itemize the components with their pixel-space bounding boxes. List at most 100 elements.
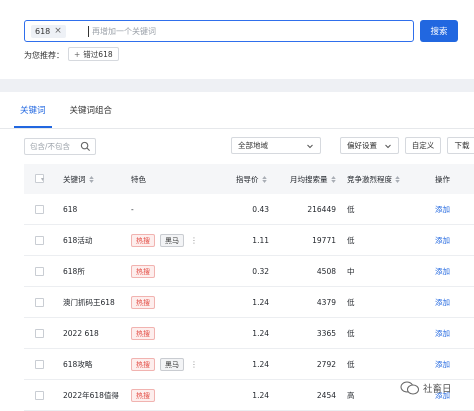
add-link[interactable]: 添加 <box>435 225 450 256</box>
cell-keyword: 618攻略 <box>63 360 93 369</box>
watermark-text: 社畜日 <box>423 384 452 395</box>
cell-competition: 高 <box>347 391 355 400</box>
preference-select-label: 偏好设置 <box>347 141 377 150</box>
header-price[interactable]: 指导价 <box>236 164 267 194</box>
header-feature: 特色 <box>131 174 146 184</box>
custom-button[interactable]: 自定义 <box>405 137 441 154</box>
wechat-icon <box>400 381 419 395</box>
table-row: 618攻略 热搜 黑马 ⋮ 1.24 2792 低 添加 <box>24 349 474 380</box>
cell-volume: 3365 <box>316 329 336 338</box>
region-select-label: 全部地域 <box>238 141 268 150</box>
recommend-chip[interactable]: + 错过618 <box>68 47 119 61</box>
cell-keyword: 618所 <box>63 267 85 276</box>
chevron-down-icon <box>307 144 313 148</box>
text-cursor <box>88 26 89 37</box>
row-checkbox[interactable] <box>35 267 44 276</box>
header-price-label: 指导价 <box>236 174 259 184</box>
more-icon[interactable]: ⋮ <box>190 236 198 245</box>
cell-price: 1.24 <box>252 298 269 307</box>
add-link[interactable]: 添加 <box>435 194 450 225</box>
sort-icon[interactable] <box>330 175 336 183</box>
cell-volume: 216449 <box>307 205 336 214</box>
chevron-down-icon <box>385 144 391 148</box>
cell-price: 1.24 <box>252 360 269 369</box>
table-row: 618所 热搜 0.32 4508 中 添加 <box>24 256 474 287</box>
cell-price: 1.24 <box>252 391 269 400</box>
header-keyword-label: 关键词 <box>63 174 86 184</box>
row-checkbox[interactable] <box>35 236 44 245</box>
cell-keyword: 618 <box>63 205 78 214</box>
cell-feature: 热搜 <box>131 318 155 349</box>
cell-competition: 中 <box>347 267 355 276</box>
include-filter-input[interactable] <box>30 141 78 152</box>
recommend-label: 为您推荐： <box>24 51 64 60</box>
search-button[interactable]: 搜索 <box>420 20 458 42</box>
cell-feature: 热搜 <box>131 287 155 318</box>
row-checkbox[interactable] <box>35 205 44 214</box>
search-input[interactable] <box>92 24 392 38</box>
more-icon[interactable]: ⋮ <box>190 360 198 369</box>
recommend-chip-label: 错过618 <box>83 49 113 59</box>
row-checkbox[interactable] <box>35 329 44 338</box>
cell-price: 0.32 <box>252 267 269 276</box>
cell-keyword: 618活动 <box>63 236 93 245</box>
hot-search-tag: 热搜 <box>131 327 155 340</box>
plus-icon: + <box>74 49 81 59</box>
cell-keyword: 澳门抓码王618 <box>63 298 115 307</box>
hot-search-tag: 热搜 <box>131 296 155 309</box>
table-row: 2022 618 热搜 1.24 3365 低 添加 <box>24 318 474 349</box>
cell-keyword: 2022 618 <box>63 329 99 338</box>
cell-feature: 热搜 黑马 ⋮ <box>131 225 198 256</box>
hot-search-tag: 热搜 <box>131 389 155 402</box>
sort-icon[interactable] <box>395 175 400 183</box>
header-keyword[interactable]: 关键词 <box>63 164 94 194</box>
add-link[interactable]: 添加 <box>435 318 450 349</box>
keyword-chip-label: 618 <box>35 27 51 36</box>
header-competition[interactable]: 竞争激烈程度 <box>347 164 400 194</box>
preference-select[interactable]: 偏好设置 <box>340 137 399 154</box>
row-checkbox[interactable] <box>35 298 44 307</box>
add-link[interactable]: 添加 <box>435 287 450 318</box>
region-select[interactable]: 全部地域 <box>231 137 321 154</box>
table-row: 618活动 热搜 黑马 ⋮ 1.11 19771 低 添加 <box>24 225 474 256</box>
cell-feature: 热搜 黑马 ⋮ <box>131 349 198 380</box>
header-competition-label: 竞争激烈程度 <box>347 174 392 184</box>
add-link[interactable]: 添加 <box>435 256 450 287</box>
add-link[interactable]: 添加 <box>435 349 450 380</box>
table-row: 618 - 0.43 216449 低 添加 <box>24 194 474 225</box>
cell-volume: 19771 <box>312 236 336 245</box>
hot-search-tag: 热搜 <box>131 234 155 247</box>
sort-icon[interactable] <box>261 175 267 183</box>
row-checkbox[interactable] <box>35 360 44 369</box>
chevron-down-icon[interactable]: ▾ <box>41 164 44 194</box>
header-volume-label: 月均搜索量 <box>290 174 328 184</box>
keyword-chip[interactable]: 618 × <box>31 25 66 38</box>
row-checkbox[interactable] <box>35 391 44 400</box>
cell-feature: 热搜 <box>131 256 155 287</box>
search-icon[interactable] <box>80 141 91 152</box>
results-panel: 关键词 关键词组合 全部地域 偏好设置 自定义 下载 ▾ 关键词 特色 指导价 … <box>0 92 474 411</box>
tab-keyword-combos[interactable]: 关键词组合 <box>70 92 113 128</box>
sort-icon[interactable] <box>88 175 94 183</box>
header-action: 操作 <box>435 174 450 184</box>
cell-feature: 热搜 <box>131 380 155 411</box>
keyword-search-box[interactable]: 618 × <box>24 20 414 42</box>
hot-search-tag: 热搜 <box>131 265 155 278</box>
watermark: 社畜日 <box>400 381 452 395</box>
download-button[interactable]: 下载 <box>447 137 474 154</box>
close-icon[interactable]: × <box>54 27 62 36</box>
table-header: ▾ 关键词 特色 指导价 月均搜索量 竞争激烈程度 操作 <box>24 164 474 194</box>
cell-competition: 低 <box>347 298 355 307</box>
cell-price: 0.43 <box>252 205 269 214</box>
cell-competition: 低 <box>347 236 355 245</box>
dark-horse-tag: 黑马 <box>160 234 184 247</box>
tab-bar: 关键词 关键词组合 <box>14 92 136 128</box>
header-volume[interactable]: 月均搜索量 <box>290 164 336 194</box>
cell-feature: - <box>131 194 134 225</box>
hot-search-tag: 热搜 <box>131 358 155 371</box>
tab-keywords[interactable]: 关键词 <box>14 92 51 128</box>
cell-volume: 4508 <box>316 267 336 276</box>
search-panel: 618 × 搜索 为您推荐： + 错过618 <box>0 0 474 79</box>
include-filter[interactable] <box>24 138 96 155</box>
cell-volume: 4379 <box>316 298 336 307</box>
